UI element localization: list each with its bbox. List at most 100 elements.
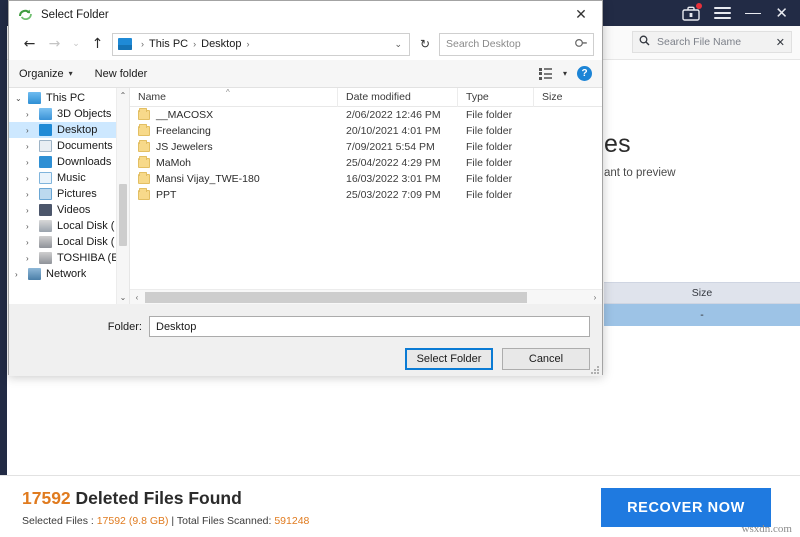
- refresh-icon[interactable]: ↻: [414, 33, 436, 56]
- tree-item-3d-objects[interactable]: ›3D Objects: [9, 106, 129, 122]
- tree-item-local-disk-c[interactable]: ›Local Disk (C:): [9, 218, 129, 234]
- help-icon[interactable]: ?: [577, 66, 592, 81]
- resize-grip[interactable]: [591, 366, 599, 374]
- file-date-cell: 20/10/2021 4:01 PM: [338, 125, 458, 137]
- tree-item-toshiba-e[interactable]: ›TOSHIBA (E:): [9, 250, 129, 266]
- file-row[interactable]: Mansi Vijay_TWE-18016/03/2022 3:01 PMFil…: [130, 171, 602, 187]
- results-column-header-size[interactable]: Size: [604, 282, 800, 304]
- recent-locations-button[interactable]: ⌄: [67, 31, 85, 57]
- dialog-close-button[interactable]: ✕: [560, 1, 602, 28]
- file-row[interactable]: MaMoh25/04/2022 4:29 PMFile folder: [130, 155, 602, 171]
- tree-item-this-pc[interactable]: ⌄This PC: [9, 90, 129, 106]
- column-header-name-label: Name: [138, 91, 166, 103]
- tree-item-label: Music: [57, 172, 86, 184]
- address-bar[interactable]: › This PC › Desktop › ⌄: [112, 33, 410, 56]
- address-dropdown-icon[interactable]: ⌄: [394, 39, 404, 50]
- hamburger-menu-icon[interactable]: [714, 7, 731, 19]
- hscroll-right-button[interactable]: ›: [588, 293, 602, 302]
- chevron-down-icon[interactable]: ⌄: [15, 94, 28, 103]
- file-name-label: JS Jewelers: [156, 141, 213, 153]
- file-name-search-input[interactable]: Search File Name ✕: [632, 31, 792, 53]
- folder-tree: ⌄This PC›3D Objects›Desktop›Documents›Do…: [9, 88, 130, 304]
- tree-item-documents[interactable]: ›Documents: [9, 138, 129, 154]
- app-close-button[interactable]: ✕: [775, 6, 788, 21]
- toolbox-icon[interactable]: [682, 5, 700, 21]
- column-header-name[interactable]: Name ^: [130, 88, 338, 107]
- desktop-icon: [39, 124, 52, 136]
- file-name-cell: MaMoh: [130, 157, 338, 169]
- chevron-right-icon[interactable]: ›: [26, 222, 39, 231]
- breadcrumb-this-pc[interactable]: This PC: [149, 38, 188, 50]
- up-button[interactable]: ↑: [85, 31, 110, 57]
- chevron-right-icon[interactable]: ›: [26, 238, 39, 247]
- chevron-right-icon[interactable]: ›: [26, 174, 39, 183]
- dialog-title: Select Folder: [41, 9, 109, 21]
- hscroll-track[interactable]: [144, 290, 588, 305]
- chevron-right-icon[interactable]: ›: [26, 110, 39, 119]
- tree-scroll-thumb[interactable]: [119, 184, 127, 246]
- tree-item-local-disk-d[interactable]: ›Local Disk (D:): [9, 234, 129, 250]
- app-left-strip: [0, 26, 7, 475]
- chevron-right-icon[interactable]: ›: [15, 270, 28, 279]
- breadcrumb-separator-1: ›: [193, 39, 196, 49]
- column-header-size[interactable]: Size: [534, 88, 594, 107]
- chevron-right-icon[interactable]: ›: [26, 206, 39, 215]
- dialog-navigation-bar: ← → ⌄ ↑ › This PC › Desktop › ⌄ ↻ Search…: [9, 28, 602, 60]
- hscroll-thumb[interactable]: [145, 292, 527, 303]
- file-date-cell: 2/06/2022 12:46 PM: [338, 109, 458, 121]
- videos-icon: [39, 204, 52, 216]
- file-type-cell: File folder: [458, 173, 534, 185]
- dialog-button-row: Select Folder Cancel: [405, 348, 590, 370]
- forward-button[interactable]: →: [42, 31, 67, 57]
- breadcrumb-desktop[interactable]: Desktop: [201, 38, 241, 50]
- view-layout-icon[interactable]: [539, 68, 553, 80]
- tree-item-downloads[interactable]: › Downloads: [9, 154, 129, 170]
- file-row[interactable]: PPT25/03/2022 7:09 PMFile folder: [130, 187, 602, 203]
- file-row[interactable]: __MACOSX2/06/2022 12:46 PMFile folder: [130, 107, 602, 123]
- dialog-toolbar: Organize ▾ New folder ▾ ?: [9, 60, 602, 88]
- dialog-titlebar: Select Folder ✕: [9, 1, 602, 28]
- tree-item-network[interactable]: › Network: [9, 266, 129, 282]
- tree-item-videos[interactable]: ›Videos: [9, 202, 129, 218]
- cancel-button[interactable]: Cancel: [502, 348, 590, 370]
- file-name-cell: Freelancing: [130, 125, 338, 137]
- app-titlebar-controls: ✕: [682, 5, 800, 21]
- file-row[interactable]: JS Jewelers7/09/2021 5:54 PMFile folder: [130, 139, 602, 155]
- chevron-right-icon[interactable]: ›: [26, 142, 39, 151]
- hscroll-left-button[interactable]: ‹: [130, 293, 144, 302]
- 3d-objects-icon: [39, 108, 52, 120]
- chevron-right-icon[interactable]: ›: [26, 158, 39, 167]
- back-button[interactable]: ←: [17, 31, 42, 57]
- file-row[interactable]: Freelancing20/10/2021 4:01 PMFile folder: [130, 123, 602, 139]
- pc-icon: [28, 92, 41, 104]
- tree-scroll-down-button[interactable]: ⌄: [117, 290, 129, 304]
- clear-search-icon[interactable]: ✕: [776, 36, 785, 49]
- chevron-right-icon[interactable]: ›: [26, 190, 39, 199]
- tree-item-label: Downloads: [57, 156, 111, 168]
- tree-item-pictures[interactable]: ›Pictures: [9, 186, 129, 202]
- folder-icon: [138, 158, 150, 168]
- view-chevron-down-icon[interactable]: ▾: [563, 69, 567, 78]
- dialog-search-input[interactable]: Search Desktop: [439, 33, 594, 56]
- file-list-horizontal-scrollbar[interactable]: ‹ ›: [130, 289, 602, 304]
- chevron-right-icon[interactable]: ›: [26, 254, 39, 263]
- tree-item-music[interactable]: › Music: [9, 170, 129, 186]
- recover-now-button[interactable]: RECOVER NOW: [601, 488, 771, 527]
- new-folder-button[interactable]: New folder: [95, 68, 148, 80]
- tree-item-label: Network: [46, 268, 86, 280]
- sort-ascending-icon: ^: [226, 88, 230, 97]
- tree-scroll-up-button[interactable]: ⌃: [117, 88, 129, 102]
- app-minimize-button[interactable]: [745, 13, 761, 14]
- tree-scrollbar[interactable]: ⌃ ⌄: [116, 88, 129, 304]
- column-header-type[interactable]: Type: [458, 88, 534, 107]
- file-date-cell: 16/03/2022 3:01 PM: [338, 173, 458, 185]
- folder-icon: [138, 190, 150, 200]
- organize-button[interactable]: Organize ▾: [19, 68, 73, 80]
- results-selected-row[interactable]: -: [604, 304, 800, 326]
- pictures-icon: [39, 188, 52, 200]
- select-folder-button[interactable]: Select Folder: [405, 348, 493, 370]
- folder-name-input[interactable]: Desktop: [149, 316, 590, 337]
- column-header-date-modified[interactable]: Date modified: [338, 88, 458, 107]
- chevron-right-icon[interactable]: ›: [26, 126, 39, 135]
- tree-item-desktop[interactable]: ›Desktop: [9, 122, 129, 138]
